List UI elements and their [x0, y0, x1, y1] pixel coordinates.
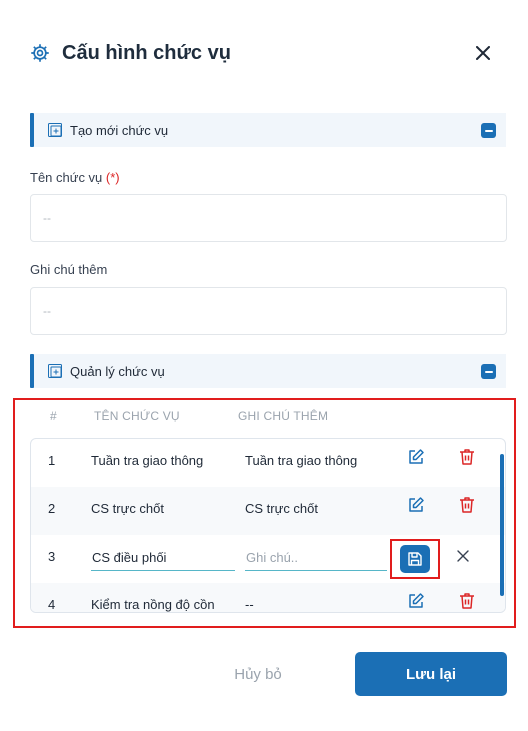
section-accent: [30, 113, 34, 147]
collapse-create-button[interactable]: [481, 123, 496, 138]
row-name: Kiểm tra nồng độ cồn: [91, 597, 215, 612]
table-row-editing: 3: [31, 535, 505, 583]
table-body: 1 Tuần tra giao thông Tuần tra giao thôn…: [30, 438, 506, 613]
row-note: --: [245, 597, 254, 612]
row-name: Tuần tra giao thông: [91, 453, 204, 468]
row-name-input[interactable]: [91, 545, 235, 571]
row-name: CS trực chốt: [91, 501, 164, 516]
dialog-title: Cấu hình chức vụ: [62, 41, 231, 64]
create-section-header: Tạo mới chức vụ: [30, 113, 506, 147]
trash-icon[interactable]: [459, 448, 475, 466]
cancel-button[interactable]: Hủy bỏ: [218, 652, 298, 696]
edit-icon[interactable]: [407, 496, 425, 514]
table-header: # TÊN CHỨC VỤ GHI CHÚ THÊM: [30, 406, 506, 428]
expand-square-icon: [48, 123, 62, 137]
required-mark: (*): [105, 170, 120, 185]
row-index: 1: [48, 453, 56, 468]
section-accent: [30, 354, 34, 388]
manage-section-header: Quản lý chức vụ: [30, 354, 506, 388]
save-button[interactable]: Lưu lại: [355, 652, 507, 696]
table-row: 4 Kiểm tra nồng độ cồn --: [31, 583, 505, 612]
column-header-note: GHI CHÚ THÊM: [238, 409, 329, 423]
cancel-edit-icon[interactable]: [456, 549, 470, 563]
expand-square-icon: [48, 364, 62, 378]
note-field-label: Ghi chú thêm: [30, 262, 108, 277]
row-index: 2: [48, 501, 56, 516]
row-index: 4: [48, 597, 56, 612]
close-icon[interactable]: [472, 42, 494, 64]
dialog-header: Cấu hình chức vụ: [30, 38, 500, 68]
section-label: Quản lý chức vụ: [70, 363, 165, 379]
gear-icon: [30, 43, 50, 63]
name-field[interactable]: [30, 194, 507, 242]
column-header-index: #: [50, 409, 57, 423]
row-index: 3: [48, 549, 56, 564]
edit-icon[interactable]: [407, 592, 425, 610]
row-note: Tuần tra giao thông: [245, 453, 358, 468]
section-label: Tạo mới chức vụ: [70, 122, 169, 138]
row-note: CS trực chốt: [245, 501, 318, 516]
trash-icon[interactable]: [459, 592, 475, 610]
save-row-button[interactable]: [400, 545, 430, 573]
table-scrollbar[interactable]: [500, 454, 504, 596]
row-note-input[interactable]: [245, 545, 387, 571]
edit-icon[interactable]: [407, 448, 425, 466]
note-field[interactable]: [30, 287, 507, 335]
floppy-disk-icon: [408, 552, 422, 566]
table-row: 1 Tuần tra giao thông Tuần tra giao thôn…: [31, 439, 505, 487]
name-field-label: Tên chức vụ (*): [30, 170, 120, 185]
trash-icon[interactable]: [459, 496, 475, 514]
collapse-manage-button[interactable]: [481, 364, 496, 379]
table-row: 2 CS trực chốt CS trực chốt: [31, 487, 505, 535]
column-header-name: TÊN CHỨC VỤ: [94, 409, 180, 423]
